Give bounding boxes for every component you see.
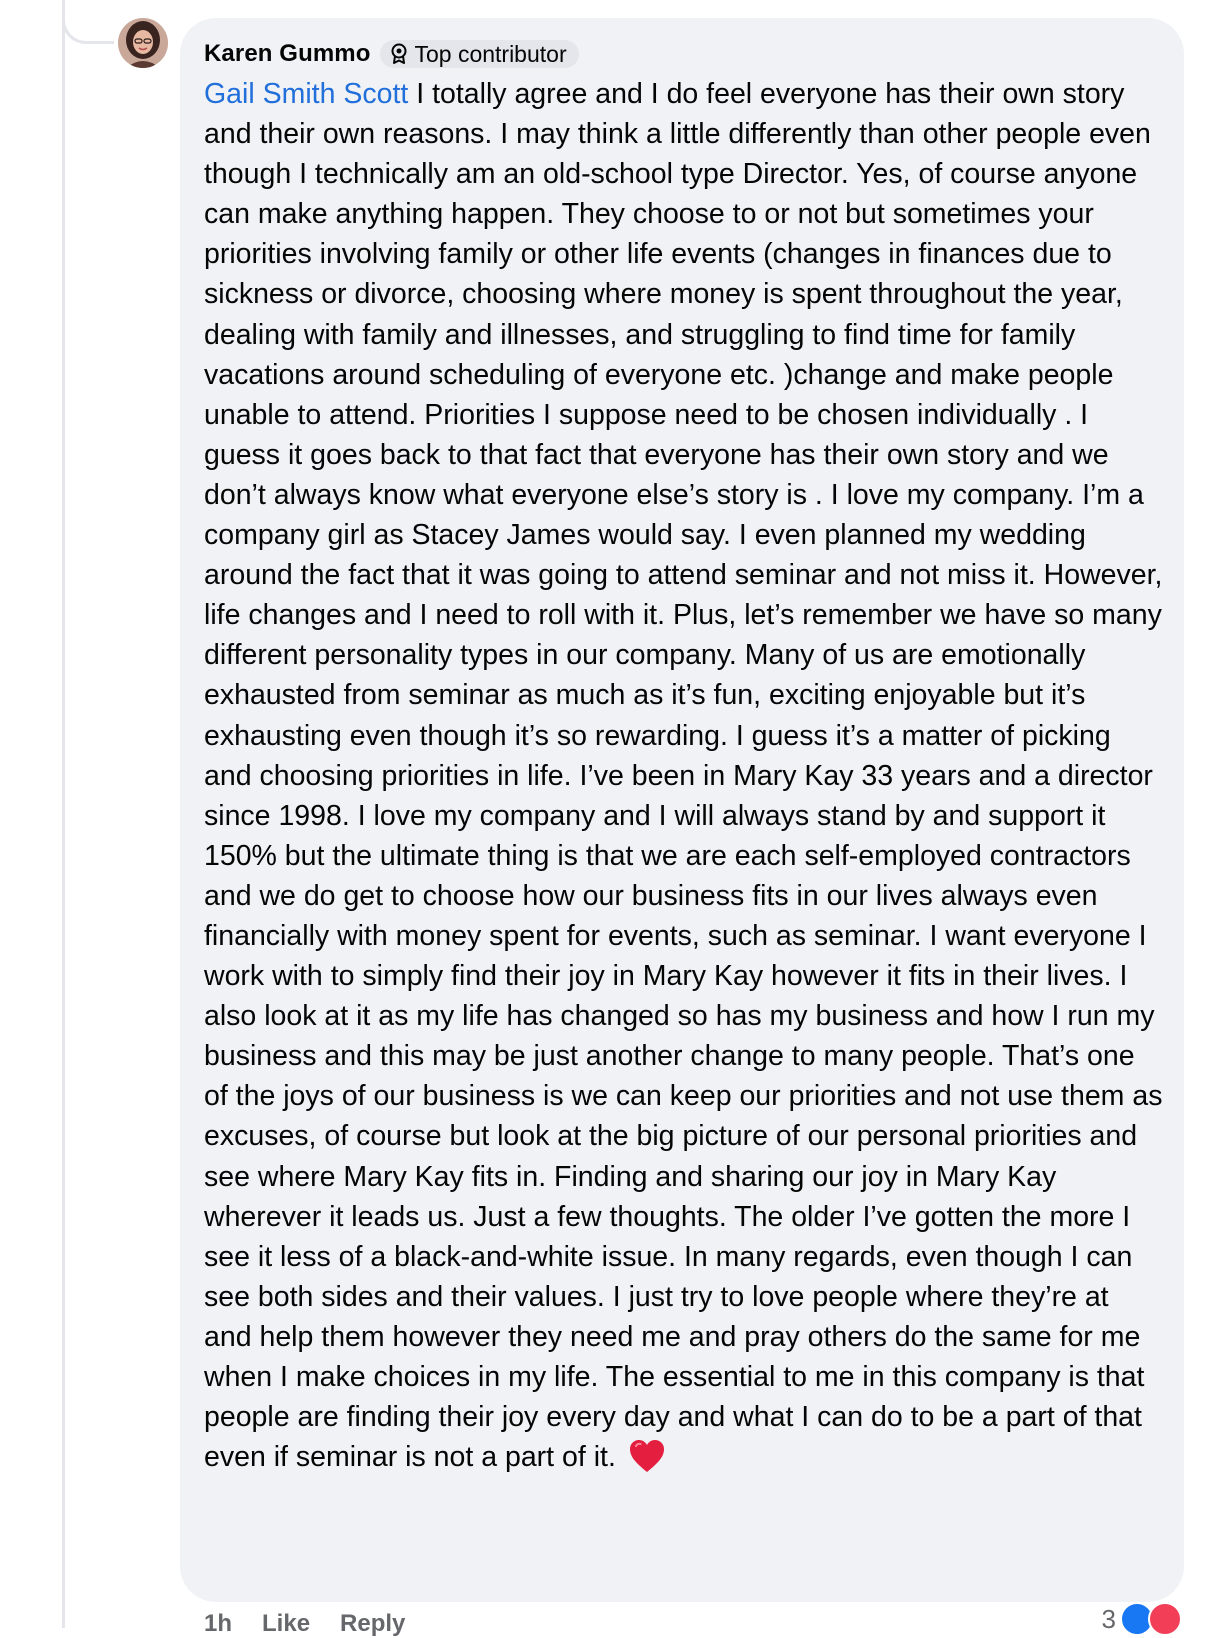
reaction-count: 3: [1101, 1603, 1116, 1634]
comment-bubble: Karen Gummo Top contributor Gail Smith S…: [180, 18, 1184, 1602]
comment-actions: 1h Like Reply: [204, 1610, 405, 1638]
love-icon: [1148, 1602, 1182, 1636]
like-button[interactable]: Like: [262, 1610, 310, 1638]
comment-header: Karen Gummo Top contributor: [204, 38, 1164, 70]
comment-body: Gail Smith Scott I totally agree and I d…: [204, 74, 1164, 1477]
mention-link[interactable]: Gail Smith Scott: [204, 78, 408, 110]
avatar-image: [118, 18, 168, 68]
contributor-badge-icon: [390, 43, 408, 65]
avatar[interactable]: [118, 18, 168, 68]
author-name[interactable]: Karen Gummo: [204, 40, 370, 68]
comment-text: I totally agree and I do feel everyone h…: [204, 78, 1163, 1474]
comment-time[interactable]: 1h: [204, 1610, 232, 1638]
thread-connector: [62, 0, 114, 44]
thread-line: [62, 0, 65, 1628]
reply-button[interactable]: Reply: [340, 1610, 405, 1638]
heart-icon: [628, 1438, 666, 1474]
badge-label: Top contributor: [414, 40, 567, 67]
top-contributor-badge[interactable]: Top contributor: [380, 40, 579, 68]
reaction-summary[interactable]: 3: [1102, 1602, 1182, 1636]
